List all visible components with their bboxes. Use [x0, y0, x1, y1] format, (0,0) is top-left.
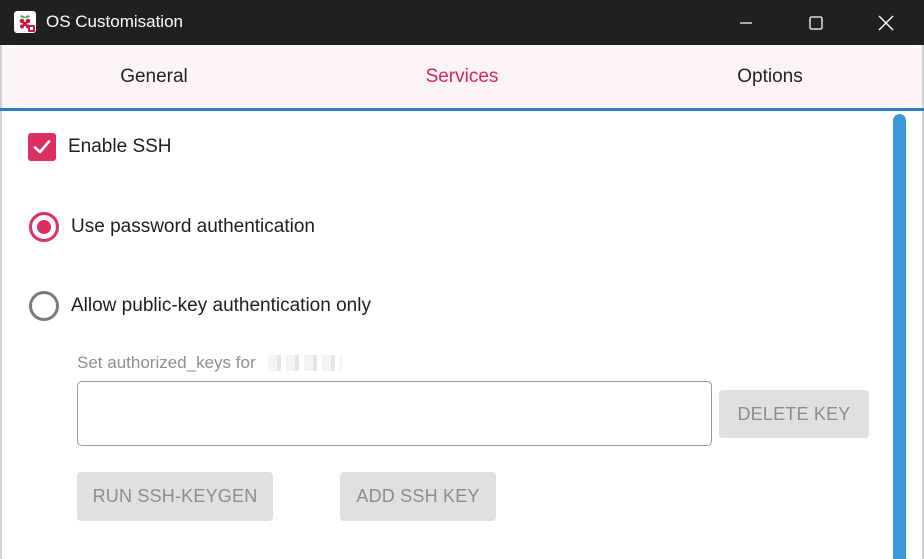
pubkey-auth-radio[interactable]	[29, 291, 59, 321]
add-ssh-key-button[interactable]: ADD SSH KEY	[340, 472, 496, 521]
password-auth-label[interactable]: Use password authentication	[71, 216, 315, 238]
enable-ssh-label[interactable]: Enable SSH	[68, 136, 172, 158]
authorized-keys-label: Set authorized_keys for	[77, 353, 256, 372]
enable-ssh-checkbox[interactable]	[28, 133, 56, 161]
maximize-button[interactable]	[781, 0, 851, 45]
delete-key-button[interactable]: DELETE KEY	[719, 390, 869, 438]
password-auth-radio[interactable]	[29, 212, 59, 242]
authorized-keys-field[interactable]	[77, 381, 712, 446]
vertical-scrollbar[interactable]	[893, 114, 906, 559]
maximize-icon	[809, 15, 823, 30]
tab-options[interactable]: Options	[616, 45, 924, 108]
tab-services[interactable]: Services	[308, 45, 616, 108]
title-bar: OS Customisation	[0, 0, 924, 45]
minimize-icon	[740, 21, 752, 24]
close-button[interactable]	[851, 0, 921, 45]
tab-general[interactable]: General	[0, 45, 308, 108]
window-title: OS Customisation	[46, 12, 183, 31]
run-ssh-keygen-button[interactable]: RUN SSH-KEYGEN	[77, 472, 273, 521]
raspberry-pi-icon	[14, 11, 36, 33]
checkmark-icon	[33, 140, 51, 154]
redacted-username	[268, 355, 342, 371]
close-icon	[878, 15, 894, 30]
pubkey-auth-label[interactable]: Allow public-key authentication only	[71, 295, 371, 317]
minimize-button[interactable]	[711, 0, 781, 45]
